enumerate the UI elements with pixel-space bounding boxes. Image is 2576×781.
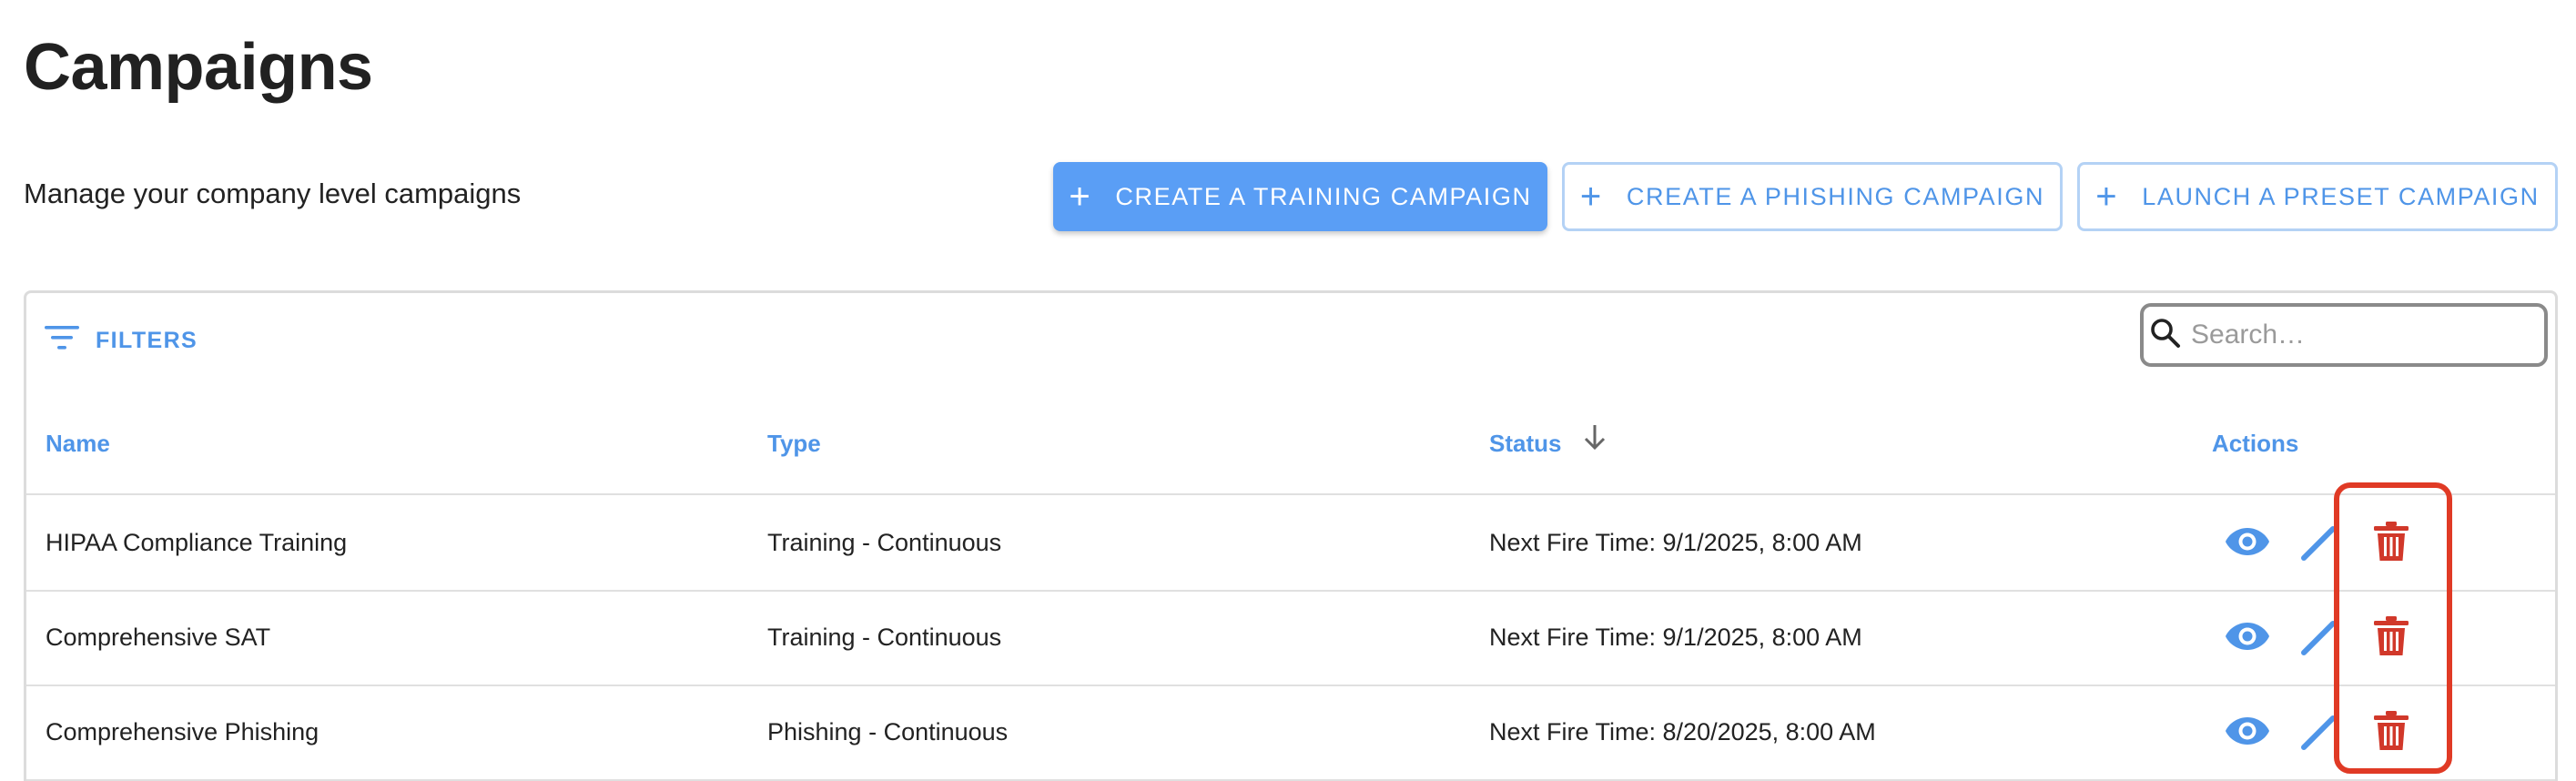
arrow-down-icon[interactable] xyxy=(1583,392,1607,492)
table-row[interactable]: Comprehensive Phishing Phishing - Contin… xyxy=(26,685,2555,781)
cell-name: Comprehensive SAT xyxy=(46,624,271,651)
eye-icon[interactable] xyxy=(2225,715,2270,752)
cell-status: Next Fire Time: 8/20/2025, 8:00 AM xyxy=(1489,718,1876,746)
eye-icon[interactable] xyxy=(2225,620,2270,657)
pencil-icon[interactable] xyxy=(2300,620,2337,661)
campaigns-table-card: FILTERS Name Type Status xyxy=(24,290,2558,781)
launch-preset-campaign-button[interactable]: + LAUNCH A PRESET CAMPAIGN xyxy=(2077,162,2558,231)
search-input[interactable] xyxy=(2189,319,2539,351)
launch-preset-campaign-label: LAUNCH A PRESET CAMPAIGN xyxy=(2142,182,2540,210)
table-row[interactable]: HIPAA Compliance Training Training - Con… xyxy=(26,495,2555,592)
cell-type: Training - Continuous xyxy=(767,624,1002,651)
page-subtitle: Manage your company level campaigns xyxy=(24,178,522,209)
page-title: Campaigns xyxy=(24,31,373,104)
create-training-campaign-button[interactable]: + CREATE A TRAINING CAMPAIGN xyxy=(1053,162,1547,231)
cell-status: Next Fire Time: 9/1/2025, 8:00 AM xyxy=(1489,624,1862,651)
create-phishing-campaign-button[interactable]: + CREATE A PHISHING CAMPAIGN xyxy=(1562,162,2063,231)
search-icon xyxy=(2149,317,2182,354)
search-field[interactable] xyxy=(2140,303,2548,367)
column-header-status[interactable]: Status xyxy=(1489,393,1607,493)
filters-button[interactable]: FILTERS xyxy=(45,324,198,358)
plus-icon: + xyxy=(1579,177,1603,217)
plus-icon: + xyxy=(2095,177,2119,217)
eye-icon[interactable] xyxy=(2225,525,2270,563)
table-header-row: Name Type Status Actions xyxy=(26,393,2555,495)
cell-type: Phishing - Continuous xyxy=(767,718,1009,746)
trash-icon[interactable] xyxy=(2373,710,2409,756)
plus-icon: + xyxy=(1069,177,1092,217)
filters-label: FILTERS xyxy=(96,328,198,353)
create-phishing-campaign-label: CREATE A PHISHING CAMPAIGN xyxy=(1626,182,2045,210)
trash-icon[interactable] xyxy=(2373,521,2409,567)
cell-name: HIPAA Compliance Training xyxy=(46,529,348,556)
column-header-status-label: Status xyxy=(1489,430,1562,457)
pencil-icon[interactable] xyxy=(2300,525,2337,566)
table-row[interactable]: Comprehensive SAT Training - Continuous … xyxy=(26,590,2555,686)
create-training-campaign-label: CREATE A TRAINING CAMPAIGN xyxy=(1115,182,1532,210)
cell-type: Training - Continuous xyxy=(767,529,1002,556)
filter-icon xyxy=(45,324,79,358)
trash-icon[interactable] xyxy=(2373,615,2409,662)
column-header-name[interactable]: Name xyxy=(46,393,110,493)
column-header-actions: Actions xyxy=(2212,430,2299,457)
pencil-icon[interactable] xyxy=(2300,715,2337,756)
column-header-type[interactable]: Type xyxy=(767,393,821,493)
cell-name: Comprehensive Phishing xyxy=(46,718,319,746)
cell-status: Next Fire Time: 9/1/2025, 8:00 AM xyxy=(1489,529,1862,556)
campaigns-page: Campaigns Manage your company level camp… xyxy=(0,0,2576,781)
